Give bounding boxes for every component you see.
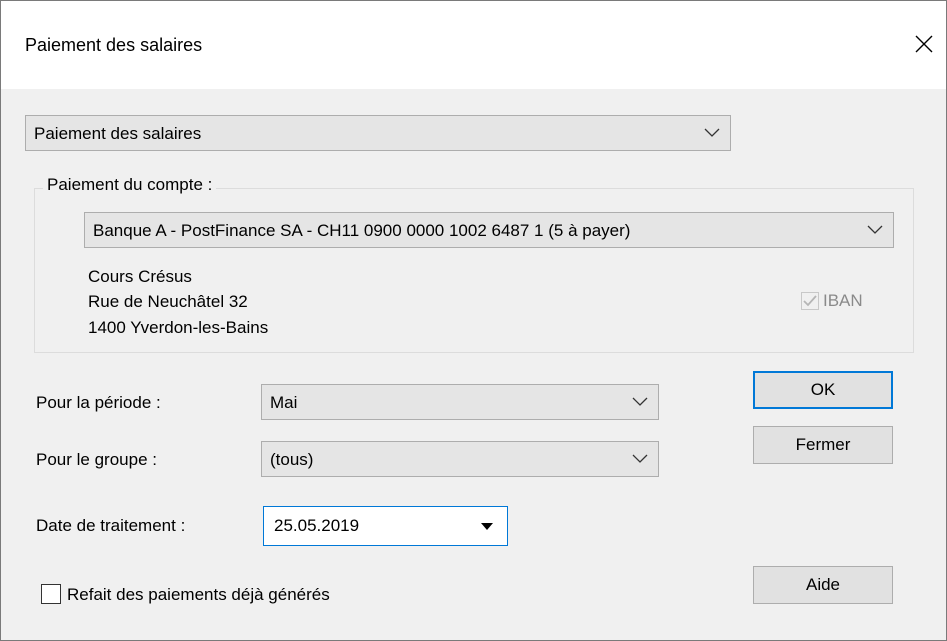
payment-dialog: Paiement des salaires Paiement des salai…	[0, 0, 947, 641]
dialog-title: Paiement des salaires	[25, 35, 203, 55]
processing-date-value: 25.05.2019	[274, 516, 360, 535]
account-value: Banque A - PostFinance SA - CH11 0900 00…	[93, 221, 631, 240]
iban-checkbox[interactable]: IBAN	[801, 291, 863, 311]
group-value: (tous)	[270, 450, 314, 469]
aide-button[interactable]: Aide	[753, 566, 893, 604]
chevron-down-icon	[632, 454, 648, 463]
processing-date-picker[interactable]: 25.05.2019	[263, 506, 508, 546]
redo-checkbox[interactable]	[41, 584, 61, 604]
close-icon	[915, 35, 933, 53]
address-line-3: 1400 Yverdon-les-Bains	[88, 318, 269, 337]
period-select[interactable]: Mai	[261, 384, 659, 420]
chevron-down-icon	[867, 225, 883, 234]
processing-date-label: Date de traitement :	[36, 516, 186, 535]
payment-type-select[interactable]: Paiement des salaires	[25, 115, 731, 151]
chevron-down-icon	[704, 128, 720, 137]
check-icon	[801, 292, 819, 310]
iban-label: IBAN	[823, 291, 863, 310]
redo-label: Refait des paiements déjà générés	[67, 585, 330, 604]
group-select[interactable]: (tous)	[261, 441, 659, 477]
chevron-down-icon	[632, 397, 648, 406]
address-line-1: Cours Crésus	[88, 267, 192, 286]
dropdown-arrow-icon	[481, 523, 493, 530]
account-select[interactable]: Banque A - PostFinance SA - CH11 0900 00…	[84, 212, 894, 248]
group-label: Pour le groupe :	[36, 450, 157, 469]
address-line-2: Rue de Neuchâtel 32	[88, 292, 248, 311]
account-group-label: Paiement du compte :	[43, 175, 217, 195]
fermer-button[interactable]: Fermer	[753, 426, 893, 464]
close-button[interactable]	[909, 29, 939, 59]
ok-button[interactable]: OK	[753, 371, 893, 409]
title-bar: Paiement des salaires	[1, 1, 946, 89]
payment-type-value: Paiement des salaires	[34, 124, 202, 143]
period-label: Pour la période :	[36, 393, 161, 412]
period-value: Mai	[270, 393, 298, 412]
